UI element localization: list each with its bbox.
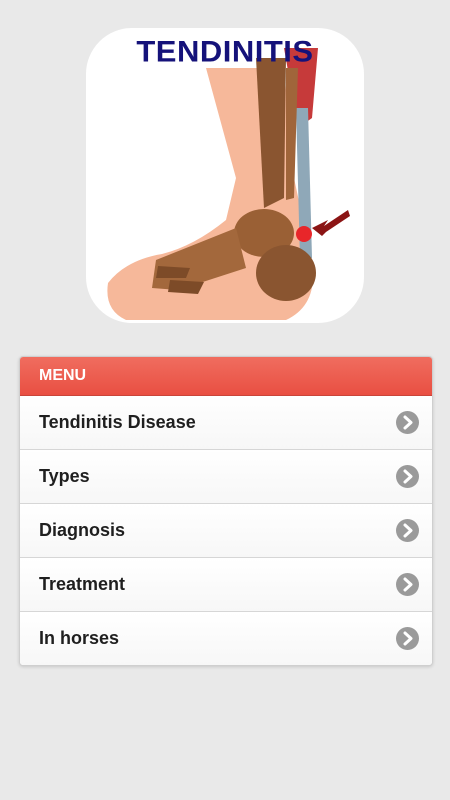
menu-item-types[interactable]: Types xyxy=(20,450,432,504)
main-menu: MENU Tendinitis Disease Types Diagnosis … xyxy=(19,356,433,666)
menu-item-label: Tendinitis Disease xyxy=(39,412,196,432)
menu-item-label: Treatment xyxy=(39,574,126,594)
app-logo: TENDINITIS xyxy=(86,28,364,323)
logo-title: TENDINITIS xyxy=(136,34,314,69)
menu-item-treatment[interactable]: Treatment xyxy=(20,558,432,612)
chevron-right-icon xyxy=(396,465,419,488)
menu-header: MENU xyxy=(20,357,432,396)
menu-item-label: Types xyxy=(39,466,90,486)
foot-illustration xyxy=(107,48,350,320)
chevron-right-icon xyxy=(396,573,419,596)
menu-item-in-horses[interactable]: In horses xyxy=(20,612,432,665)
menu-item-tendinitis-disease[interactable]: Tendinitis Disease xyxy=(20,396,432,450)
menu-item-diagnosis[interactable]: Diagnosis xyxy=(20,504,432,558)
menu-item-label: Diagnosis xyxy=(39,520,126,540)
chevron-right-icon xyxy=(396,519,419,542)
menu-item-label: In horses xyxy=(39,628,120,648)
chevron-right-icon xyxy=(396,411,419,434)
chevron-right-icon xyxy=(396,627,419,650)
